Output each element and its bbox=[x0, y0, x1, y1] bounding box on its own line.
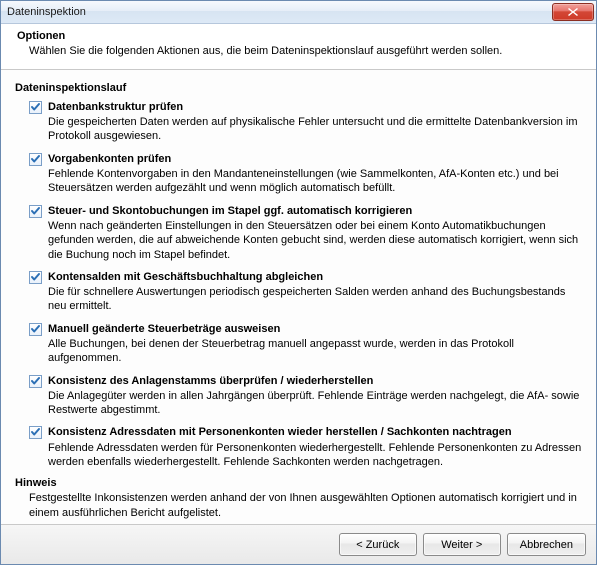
next-button[interactable]: Weiter > bbox=[423, 533, 501, 556]
header-description: Wählen Sie die folgenden Aktionen aus, d… bbox=[17, 44, 584, 59]
option-row: Konsistenz Adressdaten mit Personenkonte… bbox=[29, 425, 582, 439]
option-label: Vorgabenkonten prüfen bbox=[48, 152, 171, 166]
option-checkbox[interactable] bbox=[29, 205, 42, 218]
header-title: Optionen bbox=[17, 30, 584, 42]
window-title: Dateninspektion bbox=[7, 6, 552, 18]
option-item: Steuer- und Skontobuchungen im Stapel gg… bbox=[29, 204, 582, 262]
option-row: Vorgabenkonten prüfen bbox=[29, 152, 582, 166]
option-description: Die Anlagegüter werden in allen Jahrgäng… bbox=[48, 389, 582, 418]
option-label: Datenbankstruktur prüfen bbox=[48, 100, 183, 114]
option-row: Konsistenz des Anlagenstamms überprüfen … bbox=[29, 374, 582, 388]
option-checkbox[interactable] bbox=[29, 271, 42, 284]
cancel-button[interactable]: Abbrechen bbox=[507, 533, 586, 556]
option-description: Alle Buchungen, bei denen der Steuerbetr… bbox=[48, 337, 582, 366]
option-description: Die gespeicherten Daten werden auf physi… bbox=[48, 115, 582, 144]
option-row: Kontensalden mit Geschäftsbuchhaltung ab… bbox=[29, 270, 582, 284]
header-panel: Optionen Wählen Sie die folgenden Aktion… bbox=[1, 24, 596, 70]
option-checkbox[interactable] bbox=[29, 426, 42, 439]
option-label: Kontensalden mit Geschäftsbuchhaltung ab… bbox=[48, 270, 323, 284]
section-title: Dateninspektionslauf bbox=[15, 82, 582, 94]
option-description: Fehlende Adressdaten werden für Personen… bbox=[48, 441, 582, 470]
option-item: Datenbankstruktur prüfenDie gespeicherte… bbox=[29, 100, 582, 144]
footer: < Zurück Weiter > Abbrechen bbox=[1, 524, 596, 564]
option-row: Steuer- und Skontobuchungen im Stapel gg… bbox=[29, 204, 582, 218]
body-panel: Dateninspektionslauf Datenbankstruktur p… bbox=[1, 70, 596, 524]
option-description: Wenn nach geänderten Einstellungen in de… bbox=[48, 219, 582, 262]
option-item: Konsistenz Adressdaten mit Personenkonte… bbox=[29, 425, 582, 469]
option-item: Konsistenz des Anlagenstamms überprüfen … bbox=[29, 374, 582, 418]
option-item: Manuell geänderte Steuerbeträge ausweise… bbox=[29, 322, 582, 366]
option-label: Steuer- und Skontobuchungen im Stapel gg… bbox=[48, 204, 412, 218]
titlebar: Dateninspektion bbox=[1, 1, 596, 24]
hint-label: Hinweis bbox=[15, 477, 582, 489]
option-row: Datenbankstruktur prüfen bbox=[29, 100, 582, 114]
dialog-window: Dateninspektion Optionen Wählen Sie die … bbox=[0, 0, 597, 565]
option-label: Manuell geänderte Steuerbeträge ausweise… bbox=[48, 322, 280, 336]
hint-description: Festgestellte Inkonsistenzen werden anha… bbox=[29, 491, 582, 520]
option-description: Die für schnellere Auswertungen periodis… bbox=[48, 285, 582, 314]
option-description: Fehlende Kontenvorgaben in den Mandanten… bbox=[48, 167, 582, 196]
back-button[interactable]: < Zurück bbox=[339, 533, 417, 556]
option-item: Kontensalden mit Geschäftsbuchhaltung ab… bbox=[29, 270, 582, 314]
close-button[interactable] bbox=[552, 3, 594, 21]
option-row: Manuell geänderte Steuerbeträge ausweise… bbox=[29, 322, 582, 336]
option-checkbox[interactable] bbox=[29, 323, 42, 336]
option-label: Konsistenz Adressdaten mit Personenkonte… bbox=[48, 425, 512, 439]
option-checkbox[interactable] bbox=[29, 375, 42, 388]
option-checkbox[interactable] bbox=[29, 153, 42, 166]
option-checkbox[interactable] bbox=[29, 101, 42, 114]
close-icon bbox=[568, 8, 578, 16]
hint-block: Hinweis Festgestellte Inkonsistenzen wer… bbox=[15, 477, 582, 520]
option-label: Konsistenz des Anlagenstamms überprüfen … bbox=[48, 374, 373, 388]
option-item: Vorgabenkonten prüfenFehlende Kontenvorg… bbox=[29, 152, 582, 196]
options-list: Datenbankstruktur prüfenDie gespeicherte… bbox=[15, 100, 582, 470]
